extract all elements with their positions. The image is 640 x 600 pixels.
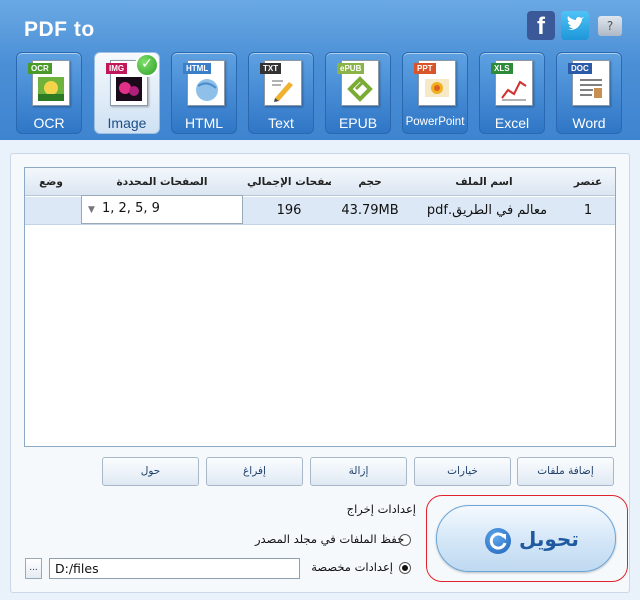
header-size[interactable]: حجم <box>335 168 405 196</box>
header-status[interactable]: وضع <box>31 168 71 196</box>
header-selected-pages[interactable]: الصفحات المحددة <box>81 168 243 196</box>
add-files-button[interactable]: إضافة ملفات <box>517 457 614 486</box>
dropdown-arrow-icon[interactable]: ▼ <box>88 205 95 215</box>
selected-pages-dropdown[interactable]: ▼ 1, 2, 5, 9 <box>81 195 243 224</box>
output-settings-title: إعدادات إخراج <box>346 502 416 516</box>
selected-check-icon: ✓ <box>135 53 159 77</box>
about-button[interactable]: حول <box>102 457 199 486</box>
cell-size: 43.79MB <box>341 203 399 218</box>
cell-item: 1 <box>583 203 593 218</box>
browse-button[interactable]: ... <box>25 558 42 579</box>
tool-ocr-label: OCR <box>33 115 65 131</box>
tool-ocr-button[interactable]: OCR OCR <box>16 52 82 134</box>
tool-html-button[interactable]: HTML HTML <box>171 52 237 134</box>
remove-button[interactable]: إزالة <box>310 457 407 486</box>
tool-image-button[interactable]: IMG ✓ Image <box>94 52 160 134</box>
tool-epub-button[interactable]: ePUB EPUB <box>325 52 391 134</box>
tool-excel-button[interactable]: XLS Excel <box>479 52 545 134</box>
header-total-pages[interactable]: عدد الصفحات الإجمالي <box>247 168 331 196</box>
options-button[interactable]: خيارات <box>414 457 511 486</box>
html-doc-icon: HTML <box>183 60 225 106</box>
twitter-icon[interactable] <box>561 11 589 40</box>
tool-powerpoint-button[interactable]: PPT PowerPoint <box>402 52 468 134</box>
tool-epub-label: EPUB <box>338 115 378 131</box>
tool-excel-label: Excel <box>494 115 530 131</box>
help-icon[interactable]: ? <box>598 16 622 36</box>
convert-button[interactable]: تحويل <box>436 505 616 572</box>
ocr-doc-icon: OCR <box>28 60 70 106</box>
tool-image-label: Image <box>107 115 147 131</box>
header-item[interactable]: عنصر <box>563 168 613 196</box>
excel-doc-icon: XLS <box>491 60 533 106</box>
file-table[interactable]: وضع الصفحات المحددة عدد الصفحات الإجمالي… <box>24 167 616 447</box>
word-doc-icon: DOC <box>568 60 610 106</box>
app-title: PDF to <box>24 18 95 41</box>
cell-total-pages: 196 <box>276 203 302 218</box>
tool-text-button[interactable]: TXT Text <box>248 52 314 134</box>
selected-pages-value: 1, 2, 5, 9 <box>102 201 160 216</box>
clear-button[interactable]: إفراغ <box>206 457 303 486</box>
tool-powerpoint-label: PowerPoint <box>405 116 465 128</box>
refresh-icon <box>485 528 511 554</box>
tool-text-label: Text <box>268 115 294 131</box>
custom-settings-radio[interactable] <box>399 562 411 574</box>
custom-settings-label[interactable]: إعدادات مخصصة <box>300 560 393 574</box>
powerpoint-doc-icon: PPT <box>414 60 456 106</box>
source-folder-label[interactable]: حفظ الملفات في مجلد المصدر <box>255 532 404 546</box>
epub-doc-icon: ePUB <box>337 60 379 106</box>
tool-word-label: Word <box>572 115 606 131</box>
table-header: وضع الصفحات المحددة عدد الصفحات الإجمالي… <box>25 168 615 196</box>
facebook-icon[interactable]: f <box>527 11 555 40</box>
tool-html-label: HTML <box>184 115 224 131</box>
cell-filename: معالم في الطريق.pdf <box>426 203 548 218</box>
tool-word-button[interactable]: DOC Word <box>556 52 622 134</box>
header-filename[interactable]: اسم الملف <box>409 168 559 196</box>
text-doc-icon: TXT <box>260 60 302 106</box>
output-path-field[interactable]: D:/files <box>49 558 300 579</box>
convert-label: تحويل <box>519 527 579 551</box>
